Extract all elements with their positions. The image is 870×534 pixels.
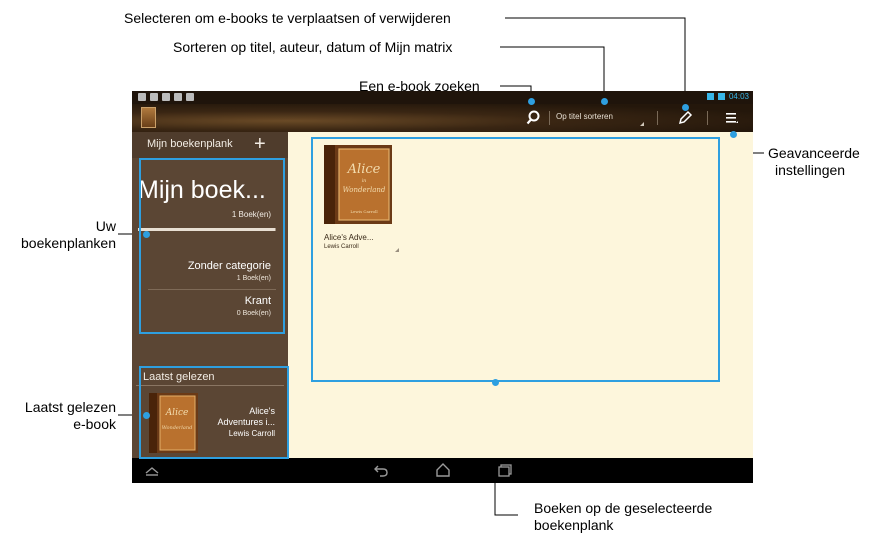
- status-bar: 04:03: [132, 91, 753, 104]
- action-bar: Op titel sorteren: [132, 104, 753, 132]
- battery-icon: [717, 93, 725, 100]
- callout-last-read-2: e-book: [73, 416, 116, 432]
- notification-icon: [150, 93, 158, 101]
- back-icon[interactable]: [372, 462, 390, 478]
- notification-icon: [138, 93, 146, 101]
- divider: [707, 111, 708, 125]
- callout-advanced-2: instellingen: [775, 162, 846, 178]
- callout-dot: [492, 379, 499, 386]
- notification-icons: [138, 93, 194, 101]
- callout-dot: [143, 412, 150, 419]
- divider: [657, 111, 658, 125]
- dropdown-caret-icon: [640, 122, 644, 126]
- callout-select: Selecteren om e-books te verplaatsen of …: [124, 10, 451, 26]
- callout-books-2: boekenplank: [534, 517, 614, 533]
- callout-advanced-1: Geavanceerde: [768, 145, 860, 161]
- bookshelf-header: Mijn boekenplank +: [132, 132, 288, 158]
- clock: 04:03: [728, 92, 749, 101]
- wifi-icon: [706, 93, 714, 100]
- mail-icon: [174, 93, 182, 101]
- callout-dot: [682, 104, 689, 111]
- navigation-bar: [132, 458, 753, 483]
- callout-dot: [143, 231, 150, 238]
- books-highlight: [311, 137, 720, 382]
- status-right: 04:03: [706, 92, 749, 101]
- mail-icon: [162, 93, 170, 101]
- callout-shelves-1: Uw: [95, 218, 116, 234]
- bookshelves-highlight: [139, 158, 285, 334]
- search-icon[interactable]: [525, 109, 541, 127]
- callout-dot: [528, 98, 535, 105]
- menu-icon[interactable]: [724, 110, 740, 126]
- callout-sort: Sorteren op titel, auteur, datum of Mijn…: [173, 39, 453, 55]
- collapse-icon[interactable]: [143, 462, 161, 478]
- home-icon[interactable]: [434, 462, 452, 478]
- callout-dot: [601, 98, 608, 105]
- bookshelf-title: Mijn boekenplank: [147, 138, 233, 150]
- callout-dot: [730, 131, 737, 138]
- notification-icon: [186, 93, 194, 101]
- callout-shelves-2: boekenplanken: [21, 235, 116, 251]
- sort-dropdown[interactable]: Op titel sorteren: [556, 112, 613, 121]
- callout-last-read-1: Laatst gelezen: [24, 399, 116, 415]
- add-bookshelf-button[interactable]: +: [254, 134, 266, 154]
- divider: [549, 111, 550, 125]
- recent-apps-icon[interactable]: [496, 462, 514, 478]
- recent-highlight: [139, 366, 289, 459]
- pencil-icon[interactable]: [677, 109, 693, 127]
- app-icon[interactable]: [141, 107, 156, 128]
- callout-books-1: Boeken op de geselecteerde: [534, 500, 713, 516]
